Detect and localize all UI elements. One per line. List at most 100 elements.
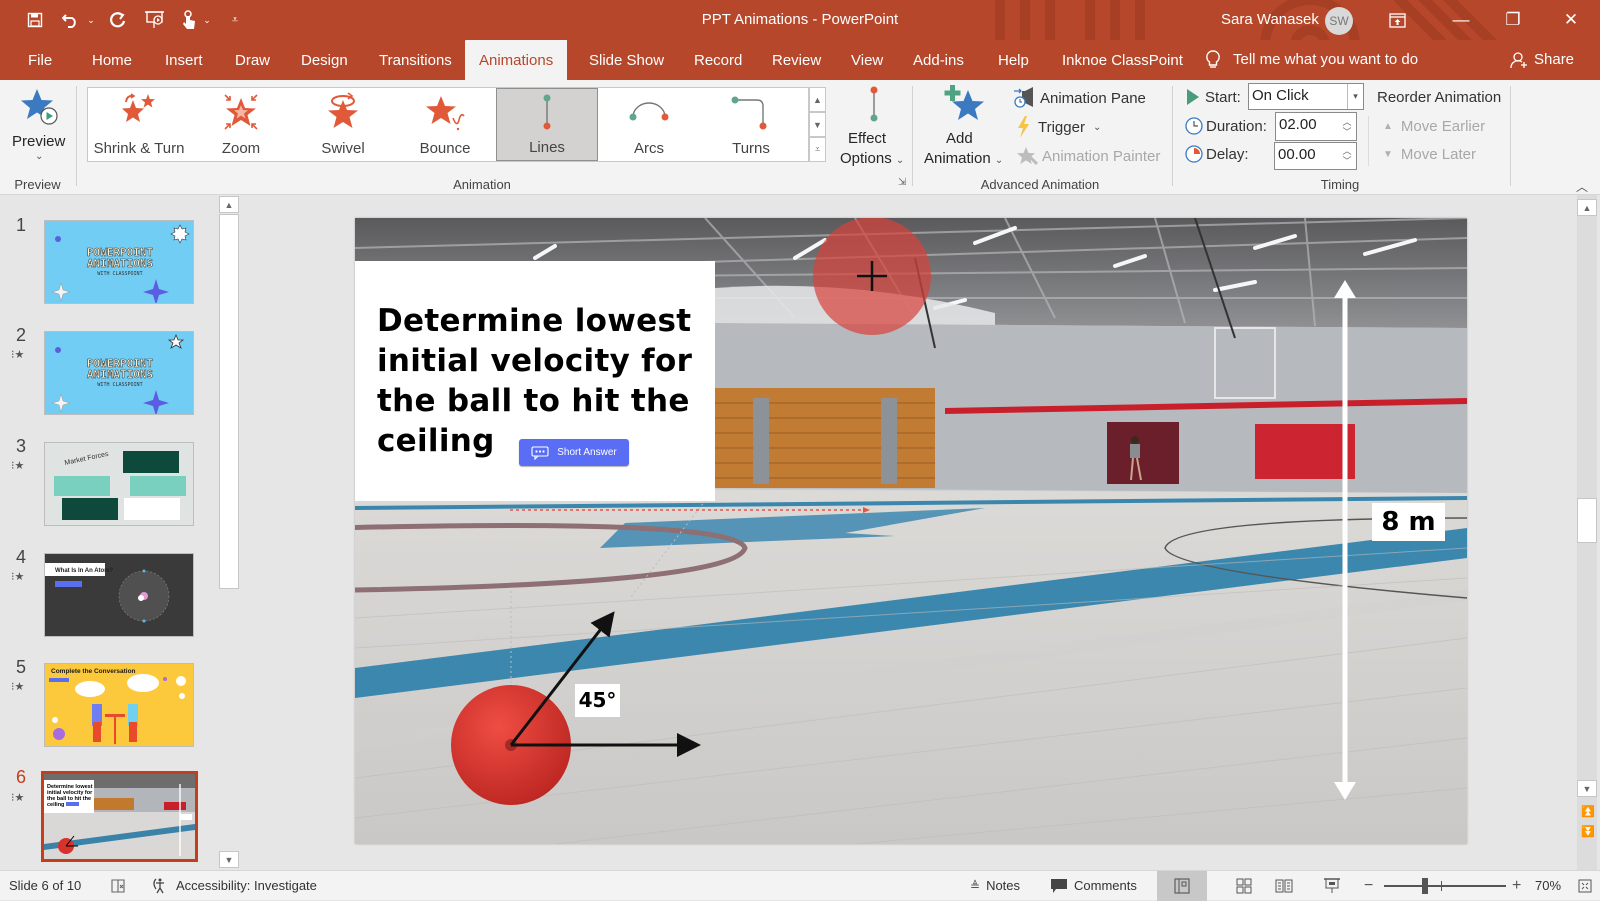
- question-line-2: initial velocity for: [377, 343, 693, 379]
- move-earlier-button[interactable]: ▲ Move Earlier: [1383, 118, 1485, 135]
- scroll-down-button[interactable]: ▼: [219, 851, 239, 868]
- zoom-out-button[interactable]: −: [1364, 871, 1373, 901]
- ball-end-position-ghost[interactable]: [810, 218, 940, 338]
- notes-button[interactable]: ≜ Notes: [970, 871, 1020, 901]
- slide-counter[interactable]: Slide 6 of 10: [9, 871, 81, 901]
- gallery-item-swivel[interactable]: Swivel: [292, 88, 394, 161]
- slide-area-scrollbar[interactable]: ▲ ▼ ⏫ ⏬: [1577, 195, 1597, 870]
- tab-add-ins[interactable]: Add-ins: [911, 40, 966, 80]
- gallery-item-label: Turns: [732, 140, 770, 157]
- add-animation-button[interactable]: Add Animation ⌄: [918, 84, 1010, 170]
- tab-view[interactable]: View: [849, 40, 885, 80]
- tab-inknoe-classpoint[interactable]: Inknoe ClassPoint: [1060, 40, 1185, 80]
- preview-dropdown-chevron-icon[interactable]: ⌄: [35, 151, 43, 162]
- zoom-slider-thumb[interactable]: [1421, 878, 1428, 894]
- duration-spinner[interactable]: ︿ ﹀: [1340, 113, 1354, 140]
- short-answer-button[interactable]: Short Answer: [519, 439, 629, 466]
- share-button[interactable]: Share: [1510, 40, 1574, 80]
- slide-show-button[interactable]: [1312, 871, 1352, 901]
- gallery-scroll-down-button[interactable]: ▼: [809, 112, 826, 137]
- animation-pane-button[interactable]: Animation Pane: [1014, 86, 1146, 110]
- zoom-star-icon: [224, 94, 258, 130]
- slide-thumbnail-6[interactable]: Determine lowest initial velocity for th…: [41, 771, 198, 862]
- zoom-percent[interactable]: 70%: [1535, 871, 1561, 901]
- chat-bubble-icon: [531, 445, 549, 460]
- previous-slide-icon[interactable]: ⏫: [1581, 805, 1595, 818]
- gallery-item-lines[interactable]: Lines: [496, 88, 598, 161]
- tab-help[interactable]: Help: [996, 40, 1031, 80]
- next-slide-icon[interactable]: ⏬: [1581, 825, 1595, 838]
- scroll-thumb[interactable]: [219, 214, 239, 589]
- scroll-thumb[interactable]: [1577, 498, 1597, 543]
- tab-review[interactable]: Review: [770, 40, 823, 80]
- question-textbox[interactable]: Determine lowest initial velocity for th…: [355, 261, 715, 501]
- zoom-slider-track[interactable]: [1384, 885, 1506, 887]
- spell-check-icon[interactable]: [110, 871, 126, 901]
- slide-thumbnail-4[interactable]: What Is In An Atom?: [44, 553, 194, 637]
- scroll-up-button[interactable]: ▲: [219, 196, 239, 213]
- slide-thumbnail-pane: 1 POWERPOINT ANIMATIONS WITH CLASSPOINT …: [0, 195, 240, 870]
- tab-home[interactable]: Home: [90, 40, 134, 80]
- tab-slide-show[interactable]: Slide Show: [587, 40, 666, 80]
- slide-thumbnail-5[interactable]: Complete the Conversation: [44, 663, 194, 747]
- normal-view-button[interactable]: [1157, 871, 1207, 901]
- close-button[interactable]: ✕: [1548, 6, 1594, 34]
- tell-me-search[interactable]: Tell me what you want to do: [1205, 40, 1418, 80]
- gallery-item-arcs[interactable]: Arcs: [598, 88, 700, 161]
- gallery-expand-button[interactable]: ⩡: [809, 137, 826, 162]
- collapse-ribbon-chevron-icon[interactable]: ︿: [1576, 178, 1588, 195]
- document-title: PPT Animations - PowerPoint: [701, 11, 899, 28]
- user-name[interactable]: Sara Wanasek: [1221, 11, 1319, 28]
- ribbon-display-options-icon[interactable]: [1374, 6, 1420, 34]
- tab-draw[interactable]: Draw: [233, 40, 272, 80]
- turns-path-icon: [731, 96, 767, 130]
- animation-painter-button[interactable]: Animation Painter: [1016, 144, 1160, 168]
- duration-input[interactable]: 02.00 ︿ ﹀: [1275, 112, 1357, 141]
- zoom-in-button[interactable]: +: [1512, 871, 1521, 901]
- tab-insert[interactable]: Insert: [163, 40, 205, 80]
- slide-thumbnail-1[interactable]: POWERPOINT ANIMATIONS WITH CLASSPOINT: [44, 220, 194, 304]
- move-later-button[interactable]: ▼ Move Later: [1383, 146, 1476, 163]
- fit-to-window-icon[interactable]: [1578, 871, 1592, 901]
- height-dimension-arrow[interactable]: [1330, 280, 1360, 800]
- gallery-item-bounce[interactable]: Bounce: [394, 88, 496, 161]
- tab-record[interactable]: Record: [692, 40, 744, 80]
- slide-thumbnail-3[interactable]: Market Forces: [44, 442, 194, 526]
- tab-design[interactable]: Design: [299, 40, 350, 80]
- slide-sorter-button[interactable]: [1224, 871, 1264, 901]
- tab-transitions[interactable]: Transitions: [377, 40, 454, 80]
- preview-button[interactable]: Preview ⌄: [8, 85, 68, 170]
- gallery-item-shrink-turn[interactable]: Shrink & Turn: [88, 88, 190, 161]
- animation-star-icon: ⁝★: [11, 681, 25, 693]
- scroll-down-button[interactable]: ▼: [1577, 780, 1597, 797]
- slide-canvas[interactable]: Determine lowest initial velocity for th…: [355, 218, 1467, 844]
- gallery-item-turns[interactable]: Turns: [700, 88, 802, 161]
- tab-file[interactable]: File: [26, 40, 54, 80]
- accessibility-status[interactable]: Accessibility: Investigate: [150, 871, 317, 901]
- height-label[interactable]: 8 m: [1372, 503, 1445, 541]
- avatar[interactable]: SW: [1325, 7, 1353, 35]
- animation-dialog-launcher-icon[interactable]: ⇲: [898, 177, 906, 188]
- delay-input[interactable]: 00.00 ︿ ﹀: [1274, 142, 1357, 170]
- tab-animations[interactable]: Animations: [465, 40, 568, 80]
- gallery-item-zoom[interactable]: Zoom: [190, 88, 292, 161]
- angle-label[interactable]: 45°: [575, 684, 620, 717]
- thumbnail-pane-scrollbar[interactable]: ▲ ▼: [219, 196, 239, 868]
- slide-thumbnail-2[interactable]: POWERPOINT ANIMATIONS WITH CLASSPOINT: [44, 331, 194, 415]
- scroll-up-button[interactable]: ▲: [1577, 199, 1597, 216]
- gallery-scroll-up-button[interactable]: ▲: [809, 87, 826, 112]
- start-dropdown[interactable]: On Click ▾: [1248, 83, 1364, 110]
- minimize-button[interactable]: —: [1438, 6, 1484, 34]
- reading-view-button[interactable]: [1264, 871, 1304, 901]
- start-dropdown-chevron-icon[interactable]: ▾: [1347, 84, 1363, 109]
- delay-spinner[interactable]: ︿ ﹀: [1340, 143, 1354, 169]
- restore-button[interactable]: ❐: [1490, 6, 1536, 34]
- thumbnail-number: 3: [15, 436, 26, 456]
- comments-button[interactable]: Comments: [1050, 871, 1137, 901]
- lines-path-icon: [543, 94, 551, 130]
- effect-options-button[interactable]: Effect Options ⌄: [838, 84, 910, 170]
- duration-label: Duration:: [1206, 117, 1267, 135]
- trigger-button[interactable]: Trigger ⌄: [1016, 115, 1101, 139]
- group-divider: [1172, 86, 1173, 186]
- preview-star-icon: [21, 89, 58, 125]
